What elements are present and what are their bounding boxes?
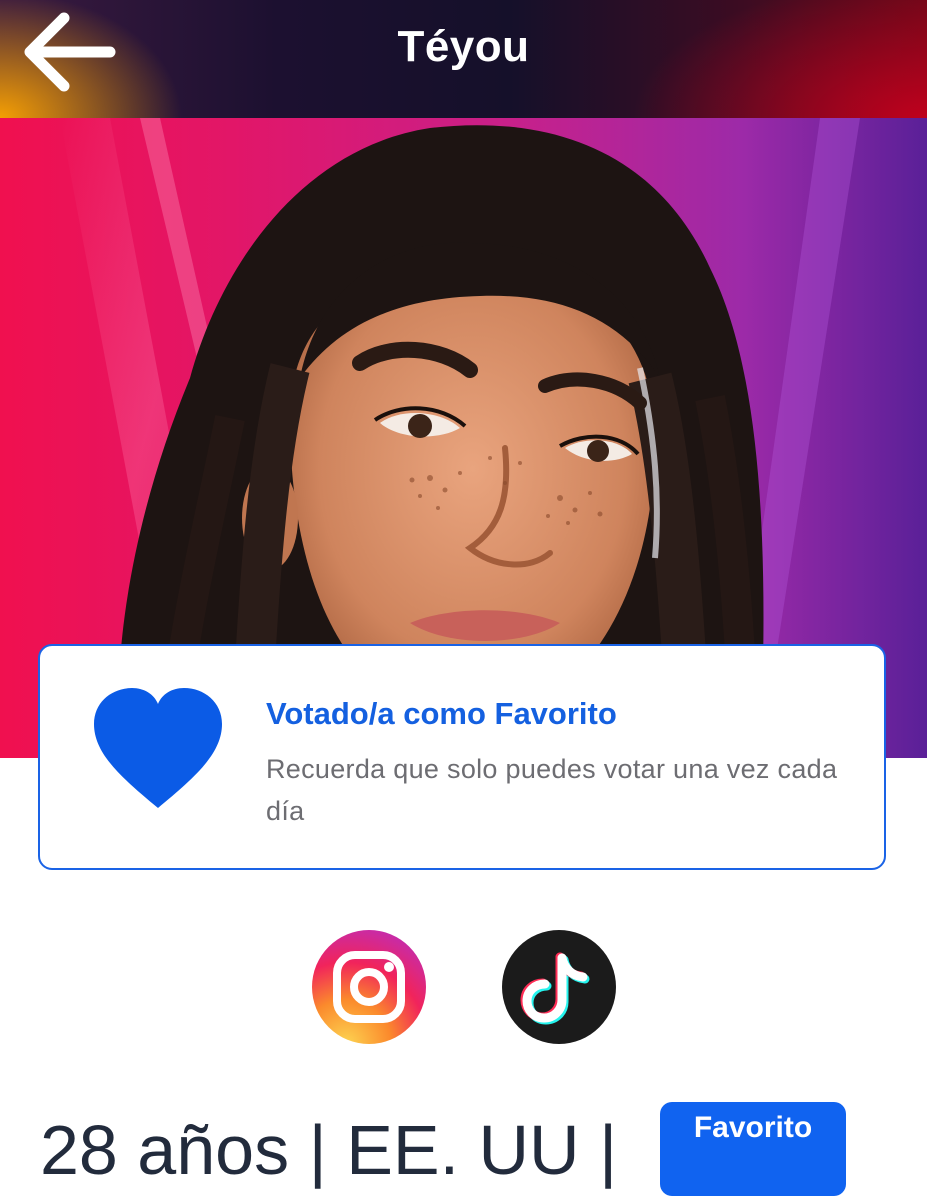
age-text: 28 años — [40, 1111, 290, 1189]
top-app-bar: Téyou — [0, 0, 927, 118]
separator: | — [599, 1111, 618, 1189]
contestant-profile-page: Téyou Votado/a como Favorito Recuerda qu… — [0, 0, 927, 1200]
vote-card-title: Votado/a como Favorito — [266, 696, 617, 731]
vote-confirmation-card: Votado/a como Favorito Recuerda que solo… — [38, 644, 886, 870]
contestant-info-line: 28 años | EE. UU | — [40, 1108, 617, 1192]
page-title: Téyou — [397, 22, 530, 71]
instagram-button[interactable] — [312, 930, 426, 1044]
separator: | — [308, 1111, 327, 1189]
vote-card-subtitle: Recuerda que solo puedes votar una vez c… — [266, 754, 838, 826]
favorite-badge[interactable]: Favorito — [660, 1102, 846, 1196]
tiktok-button[interactable] — [502, 930, 616, 1044]
instagram-icon — [312, 930, 426, 1044]
country-text: EE. UU — [346, 1111, 580, 1189]
heart-icon — [94, 688, 222, 808]
tiktok-icon — [502, 930, 616, 1044]
